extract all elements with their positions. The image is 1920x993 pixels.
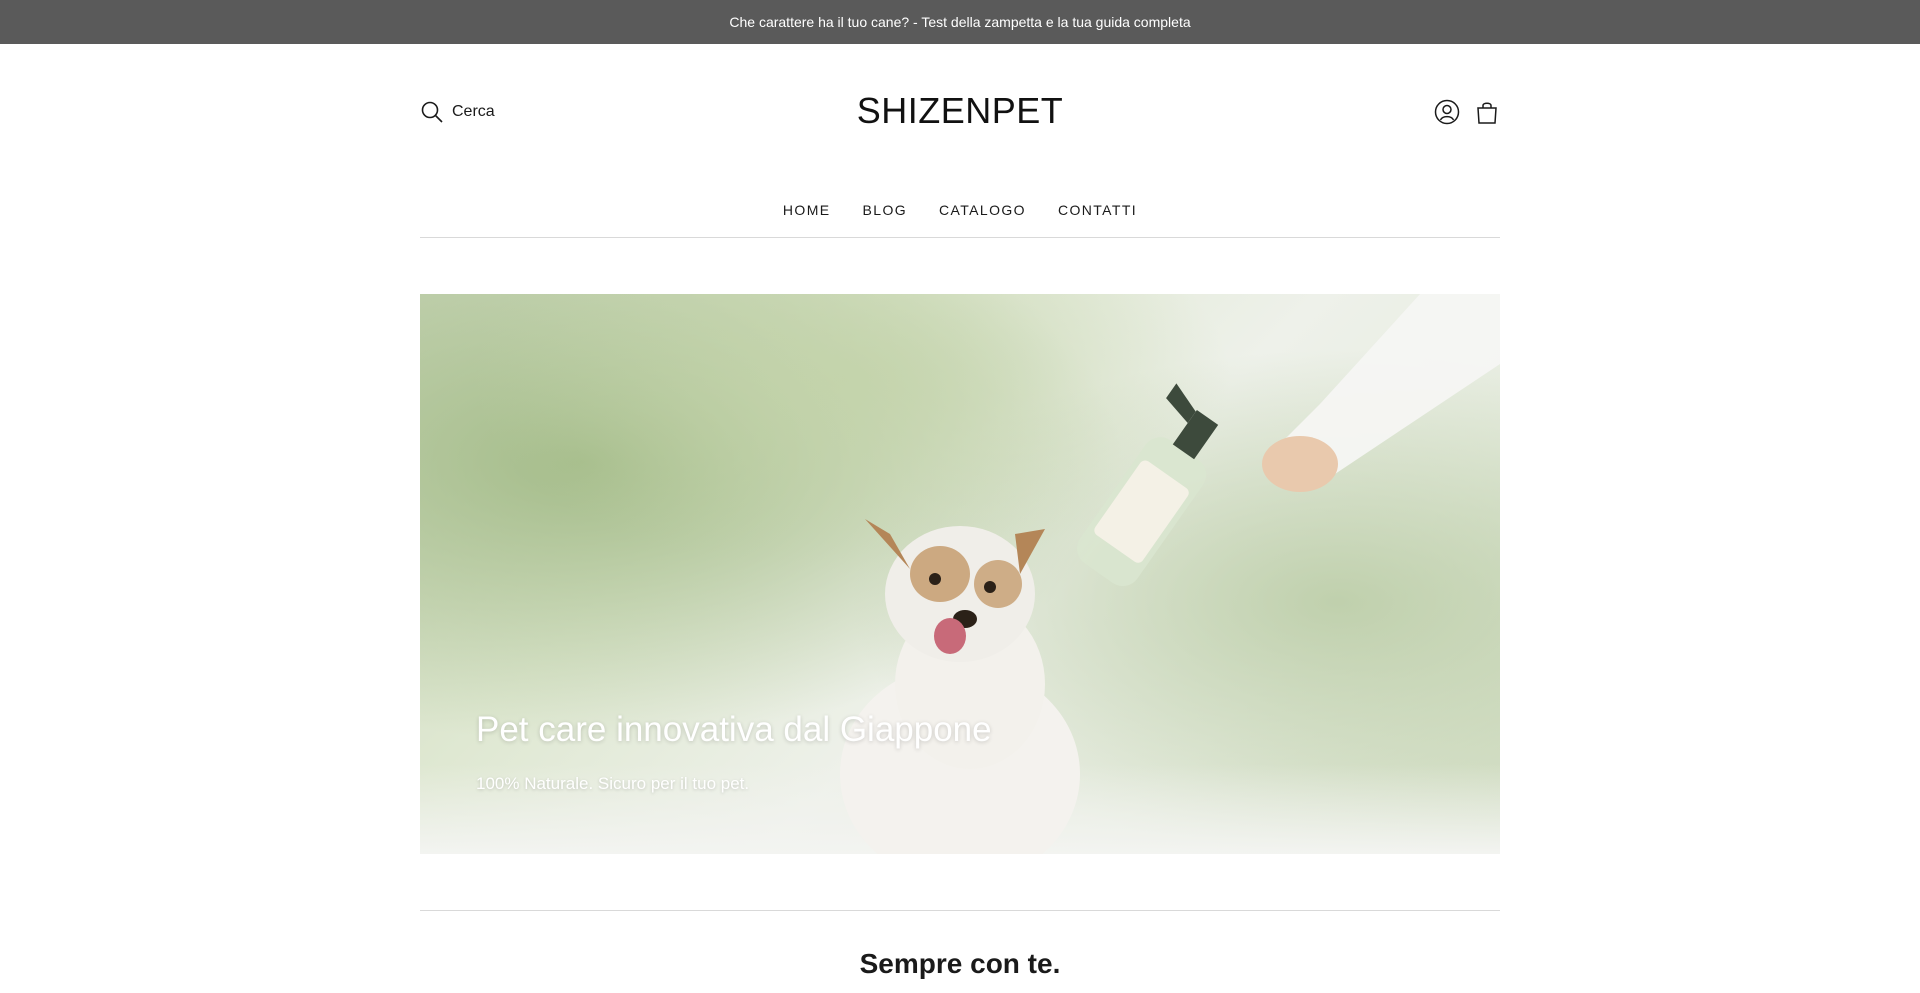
logo-link[interactable]: SHIZENPET (857, 90, 1064, 131)
account-button[interactable] (1434, 98, 1460, 126)
cart-icon (1477, 102, 1497, 124)
section-divider (420, 910, 1500, 911)
nav-item-contatti[interactable]: CONTATTI (1058, 202, 1137, 218)
header-icons (1434, 98, 1500, 126)
hero-image (420, 294, 1500, 854)
announcement-link[interactable]: Che carattere ha il tuo cane? - Test del… (729, 14, 1190, 30)
nav-item-catalogo[interactable]: CATALOGO (939, 202, 1026, 218)
nav-item-home[interactable]: HOME (783, 202, 831, 218)
hero-title: Pet care innovativa dal Giappone (476, 710, 992, 749)
cart-button[interactable] (1474, 98, 1500, 126)
hero-banner[interactable]: Pet care innovativa dal Giappone 100% Na… (420, 294, 1500, 854)
section-title: Sempre con te. (859, 948, 1061, 979)
nav-item-blog[interactable]: BLOG (863, 202, 908, 218)
site-header: Cerca SHIZENPET (420, 44, 1500, 182)
announcement-bar: Che carattere ha il tuo cane? - Test del… (0, 0, 1920, 44)
hero-subtitle: 100% Naturale. Sicuro per il tuo pet. (476, 774, 750, 793)
site-logo: SHIZENPET (420, 90, 1500, 132)
main-nav: HOME BLOG CATALOGO CONTATTI (420, 182, 1500, 238)
account-icon (1434, 99, 1460, 125)
